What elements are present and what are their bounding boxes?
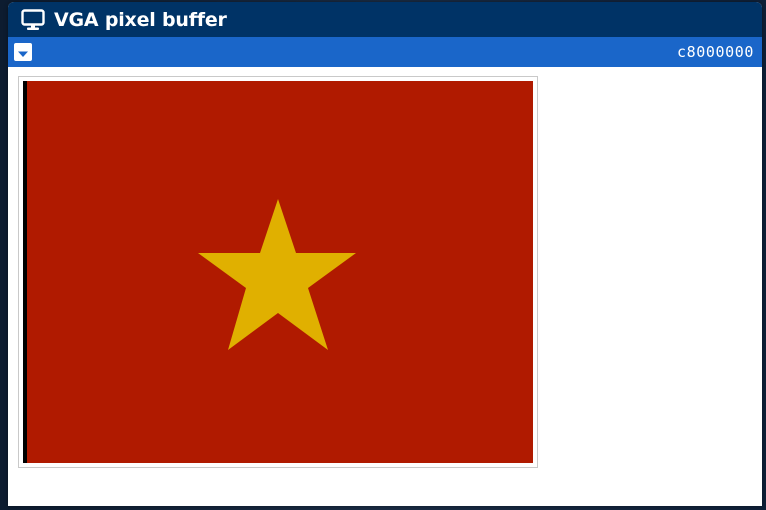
vga-pixel-buffer-window: VGA pixel buffer c8000000 — [8, 2, 762, 506]
options-dropdown-button[interactable] — [14, 43, 32, 61]
pixel-buffer-frame — [18, 76, 538, 468]
monitor-icon — [20, 8, 46, 32]
buffer-address[interactable]: c8000000 — [677, 43, 754, 61]
window-titlebar[interactable]: VGA pixel buffer — [8, 2, 762, 37]
caret-down-icon — [17, 43, 29, 62]
window-title: VGA pixel buffer — [54, 8, 227, 31]
canvas-left-edge — [23, 81, 27, 463]
window-toolbar: c8000000 — [8, 37, 762, 67]
pixel-buffer-canvas[interactable] — [23, 81, 533, 463]
